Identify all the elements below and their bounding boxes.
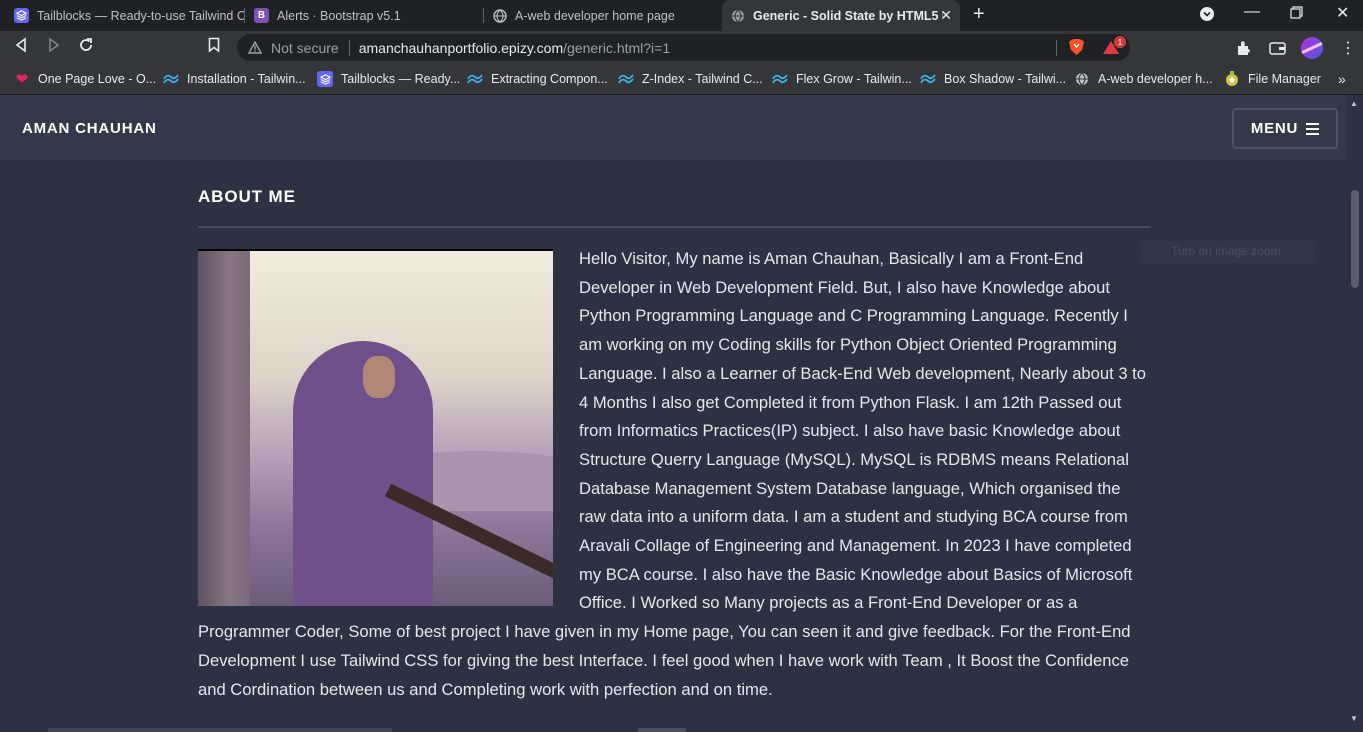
page-viewport: AMAN CHAUHAN MENU ABOUT ME Hello Visitor… — [0, 95, 1347, 732]
tailwind-icon — [618, 71, 634, 87]
globe-icon — [730, 8, 745, 23]
bookmark-item[interactable]: Flex Grow - Tailwin... — [772, 71, 912, 87]
profile-photo — [198, 249, 553, 606]
url-path: /generic.html?i=1 — [563, 39, 671, 56]
extensions-icon[interactable] — [1236, 40, 1252, 61]
rewards-badge: 1 — [1114, 36, 1126, 48]
scroll-down-icon[interactable]: ▼ — [1350, 714, 1358, 723]
address-divider — [348, 39, 350, 56]
tab-search-icon[interactable] — [1200, 7, 1214, 26]
tailwind-icon — [163, 71, 179, 87]
section-divider — [198, 226, 1151, 228]
warning-icon — [248, 41, 263, 54]
brave-shields-icon[interactable] — [1068, 38, 1085, 61]
page-scrollbar[interactable]: ▲ ▼ — [1347, 95, 1363, 732]
bottom-divider — [48, 728, 392, 732]
tab-bootstrap[interactable]: B Alerts · Bootstrap v5.1 — [246, 0, 482, 31]
wallet-icon[interactable] — [1269, 41, 1286, 60]
hamburger-icon — [1306, 120, 1320, 138]
section-title: ABOUT ME — [198, 187, 296, 206]
browser-tab-strip: Tailblocks — Ready-to-use Tailwind CSS B… — [0, 0, 1363, 31]
new-tab-button[interactable]: + — [973, 3, 985, 26]
brave-rewards-icon[interactable]: 1 — [1102, 36, 1126, 60]
bookmark-item[interactable]: Tailblocks — Ready... — [317, 71, 460, 87]
bookmark-label: One Page Love - O... — [38, 72, 157, 86]
tailblocks-icon — [317, 71, 333, 87]
bookmarks-bar: ❤ One Page Love - O... Installation - Ta… — [0, 64, 1363, 95]
tab-title: Generic - Solid State by HTML5 UP — [753, 8, 943, 23]
bookmark-item[interactable]: ❤ One Page Love - O... — [14, 71, 157, 88]
file-manager-icon — [1224, 71, 1240, 87]
url-host: amanchauhanportfolio.epizy.com — [358, 39, 564, 56]
site-brand[interactable]: AMAN CHAUHAN — [22, 120, 157, 137]
bookmark-icon[interactable] — [208, 37, 220, 58]
browser-toolbar: Not secure amanchauhanportfolio.epizy.co… — [0, 31, 1363, 64]
tailwind-icon — [920, 71, 936, 87]
bookmark-item[interactable]: Extracting Compon... — [467, 71, 608, 87]
tab-title: A-web developer home page — [515, 8, 675, 23]
globe-icon — [1074, 71, 1090, 87]
bookmark-item[interactable]: A-web developer h... — [1074, 71, 1213, 87]
close-icon[interactable]: ✕ — [940, 7, 952, 24]
bookmark-item[interactable]: Box Shadow - Tailwi... — [920, 71, 1066, 87]
globe-icon — [492, 8, 507, 23]
minimize-icon[interactable]: — — [1244, 3, 1260, 21]
about-section: Hello Visitor, My name is Aman Chauhan, … — [198, 245, 1151, 704]
more-bookmarks-button[interactable]: » — [1338, 71, 1346, 87]
bottom-divider — [638, 728, 686, 732]
tab-title: Tailblocks — Ready-to-use Tailwind CSS — [37, 8, 244, 23]
bookmark-label: Extracting Compon... — [491, 72, 608, 86]
tab-aweb[interactable]: A-web developer home page — [484, 0, 720, 31]
scroll-thumb[interactable] — [1351, 190, 1359, 288]
tab-separator — [244, 8, 245, 23]
more-menu-icon[interactable]: ⋮ — [1340, 38, 1356, 58]
tab-generic-active[interactable]: Generic - Solid State by HTML5 UP ✕ — [722, 0, 960, 31]
tab-tailblocks[interactable]: Tailblocks — Ready-to-use Tailwind CSS — [8, 0, 244, 31]
scroll-up-icon[interactable]: ▲ — [1350, 99, 1358, 108]
tailwind-icon — [772, 71, 788, 87]
profile-avatar[interactable] — [1301, 37, 1323, 59]
bootstrap-icon: B — [254, 8, 269, 23]
bookmark-label: Tailblocks — Ready... — [341, 72, 461, 86]
menu-button[interactable]: MENU — [1232, 108, 1338, 149]
security-label: Not secure — [271, 39, 339, 56]
close-window-icon[interactable]: ✕ — [1336, 3, 1349, 23]
bookmark-item[interactable]: File Manager — [1224, 71, 1321, 87]
bookmark-label: A-web developer h... — [1098, 72, 1213, 86]
forward-icon[interactable] — [47, 37, 61, 58]
bookmark-item[interactable]: Z-Index - Tailwind C... — [618, 71, 763, 87]
menu-label: MENU — [1250, 120, 1299, 137]
toolbar-divider — [1056, 40, 1057, 56]
address-bar[interactable]: Not secure amanchauhanportfolio.epizy.co… — [237, 34, 1130, 61]
bookmark-label: Installation - Tailwin... — [187, 72, 306, 86]
heart-icon: ❤ — [15, 71, 29, 88]
site-header: AMAN CHAUHAN MENU — [0, 95, 1347, 160]
tab-title: Alerts · Bootstrap v5.1 — [277, 8, 401, 23]
tailwind-icon — [467, 71, 483, 87]
bookmark-label: Z-Index - Tailwind C... — [642, 72, 763, 86]
bookmark-label: File Manager — [1248, 72, 1321, 86]
restore-icon[interactable] — [1290, 6, 1303, 24]
bookmark-item[interactable]: Installation - Tailwin... — [163, 71, 306, 87]
bookmark-label: Flex Grow - Tailwin... — [796, 72, 912, 86]
bookmark-label: Box Shadow - Tailwi... — [944, 72, 1067, 86]
tailblocks-icon — [14, 8, 29, 23]
image-zoom-tooltip[interactable]: Turn on image zoom — [1141, 241, 1313, 263]
reload-icon[interactable] — [78, 37, 94, 58]
back-icon[interactable] — [14, 37, 28, 58]
